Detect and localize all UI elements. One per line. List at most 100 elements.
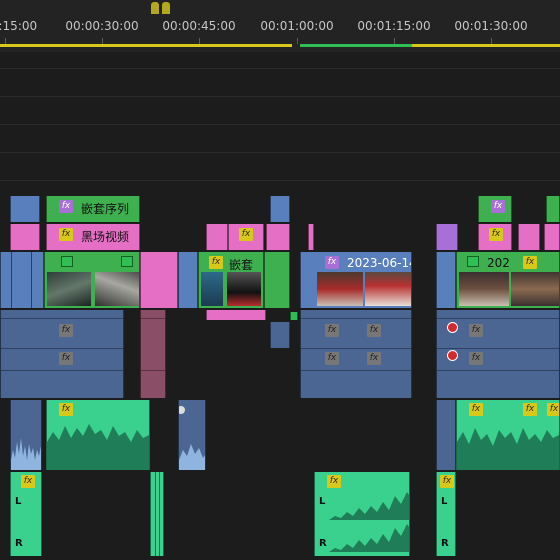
fx-icon[interactable]: fx — [59, 228, 73, 241]
numbered-video-clip[interactable]: fx 202 — [456, 252, 560, 308]
black-video-clip[interactable]: fx 黑场视频 — [46, 224, 140, 250]
clip-marker-icon — [290, 312, 298, 320]
stereo-audio-clip[interactable]: fx L R — [436, 472, 456, 556]
time-ruler[interactable]: 0:15:00 00:00:30:00 00:00:45:00 00:01:00… — [0, 0, 560, 52]
stereo-audio-clip[interactable]: fx L R — [10, 472, 42, 556]
fx-icon[interactable]: fx — [469, 324, 483, 337]
waveform — [47, 424, 149, 470]
clip-name: 嵌套 — [229, 258, 254, 272]
fx-icon[interactable]: fx — [489, 228, 503, 241]
fx-icon[interactable]: fx — [59, 352, 73, 365]
clip-name: 2023-06-14 1 — [347, 256, 412, 270]
waveform — [179, 444, 205, 470]
black-video-clip[interactable]: fx — [228, 224, 264, 250]
thumbnail — [365, 272, 411, 306]
thumbnail — [317, 272, 363, 306]
clip-name: 202 — [487, 256, 510, 270]
timecode-label: 0:15:00 — [0, 19, 38, 33]
marker-icon[interactable] — [151, 2, 159, 14]
audio-clip[interactable]: fx — [46, 400, 150, 470]
left-channel-label: L — [441, 496, 448, 507]
audio-clip[interactable] — [140, 310, 166, 398]
black-video-clip[interactable] — [518, 224, 540, 250]
track-divider — [0, 124, 560, 125]
thumbnail — [511, 272, 559, 306]
black-video-clip[interactable] — [140, 252, 178, 308]
clip-marker-icon — [61, 256, 73, 267]
track-divider — [0, 68, 560, 69]
work-area-bar[interactable] — [0, 44, 292, 47]
fx-icon[interactable]: fx — [523, 256, 537, 269]
audio-clip[interactable] — [10, 400, 42, 470]
fx-icon[interactable]: fx — [239, 228, 253, 241]
video-clip-with-thumbnails[interactable] — [44, 252, 140, 308]
clip-name: 黑场视频 — [81, 230, 130, 244]
left-channel-label: L — [15, 496, 22, 507]
waveform — [457, 428, 559, 470]
audio-clip[interactable]: fx fx fx fx — [300, 310, 412, 398]
dated-video-clip[interactable]: fx 2023-06-14 1 — [300, 252, 412, 308]
right-channel-label: R — [441, 538, 449, 549]
audio-clip[interactable]: fx fx fx — [456, 400, 560, 470]
fx-icon[interactable]: fx — [491, 200, 505, 213]
video-clip[interactable] — [0, 252, 44, 308]
fx-icon[interactable]: fx — [469, 352, 483, 365]
black-video-clip[interactable]: fx — [478, 224, 512, 250]
fx-icon[interactable]: fx — [367, 324, 381, 337]
fx-icon[interactable]: fx — [367, 352, 381, 365]
fx-icon[interactable]: fx — [325, 256, 339, 269]
nested-sequence-clip[interactable] — [546, 196, 560, 222]
timecode-label: 00:01:15:00 — [357, 19, 431, 33]
fx-icon[interactable]: fx — [440, 475, 454, 488]
nested-sequence-clip[interactable]: fx 嵌套序列 — [46, 196, 140, 222]
nested-sequence-clip[interactable]: fx — [478, 196, 512, 222]
keyframe-remove-icon[interactable] — [447, 322, 458, 333]
right-channel-label: R — [15, 538, 23, 549]
black-video-clip[interactable] — [206, 310, 266, 320]
audio-clip[interactable] — [270, 322, 290, 348]
audio-clip[interactable] — [436, 400, 456, 470]
fx-icon[interactable]: fx — [325, 324, 339, 337]
fx-icon[interactable]: fx — [325, 352, 339, 365]
audio-clip[interactable]: fx fx — [436, 310, 560, 398]
thumbnail — [201, 272, 223, 306]
render-status-bar — [300, 44, 412, 47]
black-video-clip[interactable] — [266, 224, 290, 250]
audio-clip[interactable] — [178, 400, 206, 470]
video-clip[interactable] — [10, 196, 40, 222]
thumbnail — [459, 272, 509, 306]
clip-name: 嵌套序列 — [81, 202, 130, 216]
black-video-clip[interactable] — [544, 224, 560, 250]
timecode-label: 00:01:00:00 — [260, 19, 334, 33]
timecode-label: 00:01:30:00 — [454, 19, 528, 33]
audio-clip[interactable]: fx fx — [0, 310, 124, 398]
video-clip[interactable] — [178, 252, 198, 308]
video-clip[interactable] — [436, 252, 456, 308]
right-channel-label: R — [319, 538, 327, 549]
stereo-audio-clip[interactable]: fx L R — [314, 472, 410, 556]
timecode-label: 00:00:30:00 — [65, 19, 139, 33]
black-video-clip[interactable] — [308, 224, 314, 250]
black-video-clip[interactable] — [206, 224, 228, 250]
clip-marker-icon — [121, 256, 133, 267]
track-divider — [0, 180, 560, 181]
video-clip[interactable] — [436, 224, 458, 250]
keyframe-remove-icon[interactable] — [447, 350, 458, 361]
fx-icon[interactable]: fx — [209, 256, 223, 269]
waveform — [11, 438, 41, 470]
video-clip[interactable] — [264, 252, 290, 308]
left-channel-label: L — [319, 496, 326, 507]
thumbnail — [47, 272, 91, 306]
keyframe-icon[interactable] — [179, 406, 185, 414]
black-video-clip[interactable] — [10, 224, 40, 250]
track-divider — [0, 96, 560, 97]
track-divider — [0, 152, 560, 153]
thumbnail — [95, 272, 139, 306]
fx-icon[interactable]: fx — [21, 475, 35, 488]
fx-icon[interactable]: fx — [59, 324, 73, 337]
nested-clip[interactable]: fx 嵌套 — [198, 252, 264, 308]
stereo-audio-clip[interactable] — [150, 472, 164, 556]
fx-icon[interactable]: fx — [59, 200, 73, 213]
marker-icon[interactable] — [162, 2, 170, 14]
video-clip[interactable] — [270, 196, 290, 222]
